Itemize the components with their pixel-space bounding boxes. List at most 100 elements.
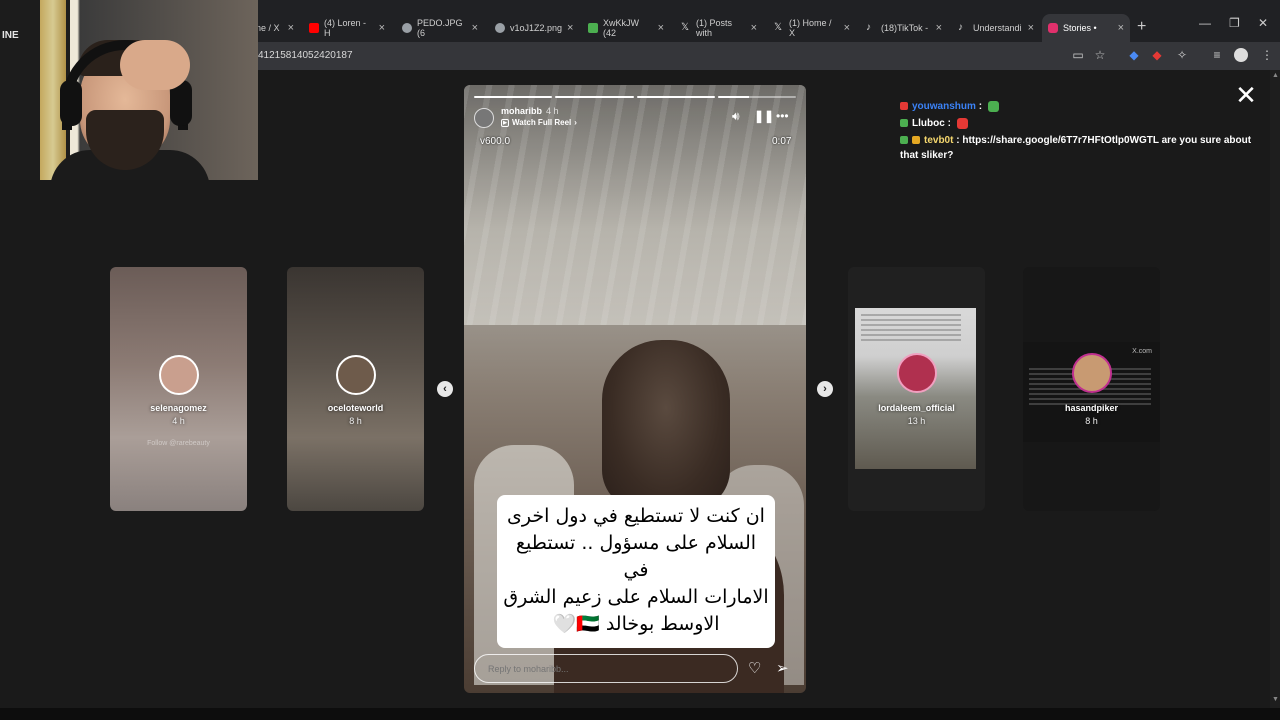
story-card-selenagomez[interactable]: selenagomez 4 h Follow @rarebeauty xyxy=(110,267,247,511)
progress-segment xyxy=(636,96,715,98)
tiktok-icon: ♪ xyxy=(866,22,871,33)
previous-story-icon[interactable]: ‹ xyxy=(437,381,453,397)
badge-icon xyxy=(900,102,908,111)
browser-tab[interactable]: v1oJ1Z2.png × xyxy=(489,14,577,42)
scrollbar[interactable]: ▲ ▼ xyxy=(1270,70,1280,708)
close-tab-icon[interactable]: × xyxy=(1118,22,1124,34)
close-tab-icon[interactable]: × xyxy=(936,22,942,34)
close-tab-icon[interactable]: × xyxy=(751,22,757,34)
progress-segment xyxy=(717,96,796,98)
new-tab-button[interactable]: + xyxy=(1137,18,1146,36)
scroll-down-icon[interactable]: ▼ xyxy=(1272,696,1279,703)
story-card-label: X.com xyxy=(1132,348,1152,355)
close-tab-icon[interactable]: × xyxy=(658,22,664,34)
browser-tab[interactable]: PEDO.JPG (6 × xyxy=(396,14,484,42)
bottom-strip xyxy=(0,708,1280,720)
chat-text: : https://share.google/6T7r7HFtOtlp0WGTL… xyxy=(900,135,1252,161)
tab-title: (4) Loren - H xyxy=(324,18,367,38)
stream-chat: youwanshum : Lluboc : tevb0t : https://s… xyxy=(900,99,1260,165)
wall-sign-text: INE xyxy=(2,30,19,41)
chat-message: youwanshum : xyxy=(900,99,1260,114)
close-tab-icon[interactable]: × xyxy=(1028,22,1034,34)
instagram-icon xyxy=(1048,23,1058,33)
story-card-username: selenagomez xyxy=(150,403,207,413)
scroll-up-icon[interactable]: ▲ xyxy=(1272,72,1279,79)
avatar xyxy=(158,355,199,395)
story-card-oceloteworld[interactable]: oceloteworld 8 h xyxy=(287,267,424,511)
chevron-right-icon: › xyxy=(574,118,577,127)
avatar xyxy=(1071,353,1112,393)
send-icon[interactable]: ➢ xyxy=(776,659,789,677)
chat-username: Lluboc xyxy=(912,118,945,129)
tab-title: (18)TikTok - xyxy=(881,23,929,33)
tab-title: (1) Home / X xyxy=(789,18,832,38)
bookmark-star-icon[interactable]: ☆ xyxy=(1093,48,1107,62)
browser-tab[interactable]: ♪ Understandi × xyxy=(952,14,1040,42)
speaker-icon[interactable]: 🔊︎ xyxy=(732,109,740,124)
close-tab-icon[interactable]: × xyxy=(288,22,294,34)
story-card-username: oceloteworld xyxy=(327,403,384,413)
chat-username: tevb0t xyxy=(924,135,954,146)
browser-menu-icon[interactable]: ⋮ xyxy=(1260,48,1274,62)
tab-title: v1oJ1Z2.png xyxy=(510,23,563,33)
watch-full-reel-link[interactable]: ▶ Watch Full Reel › xyxy=(501,118,577,127)
extension-icon[interactable]: ◆ xyxy=(1127,48,1141,62)
story-card-time: 13 h xyxy=(907,416,926,426)
emote-icon xyxy=(987,100,999,112)
story-username[interactable]: moharibb xyxy=(501,106,542,116)
youtube-icon xyxy=(309,23,319,33)
media-controls-icon[interactable]: ≡ xyxy=(1210,48,1224,62)
chat-text: : xyxy=(978,101,983,112)
badge-icon xyxy=(900,136,908,145)
reel-icon: ▶ xyxy=(501,118,509,127)
browser-tab[interactable]: 𝕏 (1) Posts with × xyxy=(675,14,763,42)
puzzle-icon[interactable]: ✧ xyxy=(1175,48,1189,62)
tab-title: PEDO.JPG (6 xyxy=(417,18,463,38)
close-tab-icon[interactable]: × xyxy=(472,22,478,34)
pause-icon[interactable]: ❚❚ xyxy=(754,109,774,123)
chat-text: : xyxy=(947,118,951,129)
story-time: 4 h xyxy=(546,106,559,116)
screen-cast-icon[interactable]: ▭ xyxy=(1071,48,1085,62)
restore-icon[interactable]: ❐ xyxy=(1229,16,1240,30)
story-card-hasandpiker[interactable]: X.com hasandpiker 8 h xyxy=(1023,267,1160,511)
window-close-icon[interactable]: ✕ xyxy=(1258,16,1268,30)
leaf-icon xyxy=(588,23,598,33)
heart-icon[interactable]: ♡ xyxy=(748,659,761,677)
progress-segment xyxy=(474,96,553,98)
browser-tab-active[interactable]: Stories • × xyxy=(1042,14,1130,42)
extension-icon[interactable]: ◆ xyxy=(1150,48,1164,62)
video-duration: 0:07 xyxy=(772,136,792,147)
url-field[interactable]: 41215814052420187 xyxy=(258,50,353,61)
avatar xyxy=(896,353,937,393)
browser-tab[interactable]: XwKkJW (42 × xyxy=(582,14,670,42)
more-icon[interactable]: ••• xyxy=(776,109,789,123)
close-tab-icon[interactable]: × xyxy=(844,22,850,34)
reply-input[interactable] xyxy=(474,654,738,683)
close-tab-icon[interactable]: × xyxy=(379,22,385,34)
story-card-username: hasandpiker xyxy=(1064,403,1119,413)
active-story[interactable]: moharibb 4 h ▶ Watch Full Reel › 🔊︎ ❚❚ •… xyxy=(464,85,806,693)
browser-tab[interactable]: 𝕏 (1) Home / X × xyxy=(768,14,856,42)
story-progress xyxy=(474,96,796,98)
x-logo-icon: 𝕏 xyxy=(681,22,690,33)
browser-tab[interactable]: ♪ (18)TikTok - × xyxy=(860,14,948,42)
tab-title: XwKkJW (42 xyxy=(603,18,639,38)
globe-icon xyxy=(402,23,412,33)
tab-title: Stories • xyxy=(1063,23,1097,33)
minimize-icon[interactable]: — xyxy=(1199,16,1211,30)
close-tab-icon[interactable]: × xyxy=(567,22,573,34)
chat-message: Lluboc : xyxy=(900,116,1260,131)
profile-avatar-icon[interactable] xyxy=(1234,48,1248,62)
story-card-time: 8 h xyxy=(1085,416,1098,426)
story-caption: ان كنت لا تستطيع في دول اخرى السلام على … xyxy=(497,495,775,648)
browser-tab[interactable]: (4) Loren - H × xyxy=(303,14,391,42)
story-card-lordaleem[interactable]: lordaleem_official 13 h xyxy=(848,267,985,511)
avatar[interactable] xyxy=(474,108,494,128)
chat-username: youwanshum xyxy=(912,101,976,112)
next-story-icon[interactable]: › xyxy=(817,381,833,397)
tab-title: ne / X xyxy=(256,23,280,33)
chat-message: tevb0t : https://share.google/6T7r7HFtOt… xyxy=(900,133,1260,163)
story-card-time: 4 h xyxy=(172,416,185,426)
tab-title: Understandi xyxy=(973,23,1022,33)
